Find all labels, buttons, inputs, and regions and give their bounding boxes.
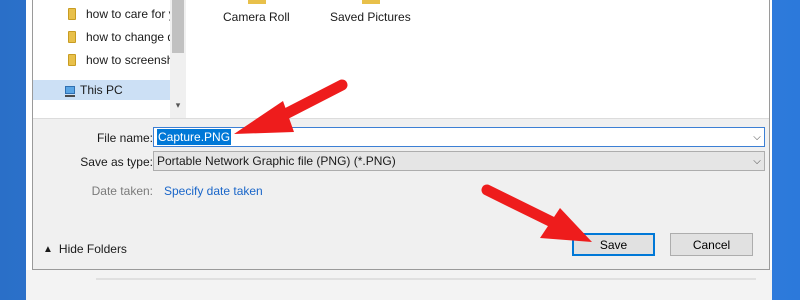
background-divider (96, 278, 756, 280)
hide-folders-button[interactable]: ▲ Hide Folders (43, 242, 127, 256)
file-name-value[interactable]: Capture.PNG (157, 129, 232, 145)
pane-divider (33, 118, 769, 119)
nav-folder-item[interactable]: how to screensho (33, 50, 171, 70)
folder-icon (248, 0, 266, 4)
nav-folder-label: how to care for y (86, 7, 171, 21)
content-pane: Camera Roll Saved Pictures (186, 0, 769, 118)
scroll-down-icon[interactable]: ▾ (173, 100, 183, 110)
folder-item-saved-pictures[interactable]: Saved Pictures (330, 10, 411, 24)
file-name-field[interactable]: Capture.PNG ⌵ (153, 127, 765, 147)
chevron-down-icon[interactable]: ⌵ (750, 132, 764, 143)
nav-folder-label: how to screensho (86, 53, 171, 67)
chevron-down-icon[interactable]: ⌵ (750, 156, 764, 167)
navigation-pane: how to care for y how to change d how to… (33, 0, 186, 118)
nav-folder-label: how to change d (86, 30, 171, 44)
folder-item-camera-roll[interactable]: Camera Roll (223, 10, 290, 24)
computer-icon (65, 86, 75, 97)
save-as-type-value: Portable Network Graphic file (PNG) (*.P… (157, 154, 396, 168)
folder-icon (362, 0, 380, 4)
scrollbar-thumb[interactable] (172, 0, 184, 53)
file-name-label: File name: (96, 131, 153, 145)
background-window-footer (26, 270, 772, 300)
save-as-type-select[interactable]: Portable Network Graphic file (PNG) (*.P… (153, 151, 765, 171)
nav-this-pc-label: This PC (80, 83, 123, 97)
folder-icon (68, 54, 76, 66)
save-button[interactable]: Save (572, 233, 655, 256)
date-taken-label: Date taken: (91, 184, 153, 198)
desktop-background: how to care for y how to change d how to… (0, 0, 800, 300)
nav-folder-item[interactable]: how to care for y (33, 4, 171, 24)
folder-icon (68, 31, 76, 43)
folder-icon (68, 8, 76, 20)
hide-folders-label: Hide Folders (58, 242, 127, 256)
cancel-button[interactable]: Cancel (670, 233, 753, 256)
chevron-up-icon: ▲ (43, 243, 53, 255)
nav-scrollbar[interactable]: ▾ (170, 0, 186, 118)
specify-date-taken-link[interactable]: Specify date taken (164, 184, 263, 198)
save-as-dialog: how to care for y how to change d how to… (32, 0, 770, 270)
nav-folder-item[interactable]: how to change d (33, 27, 171, 47)
nav-item-this-pc[interactable]: This PC (33, 80, 171, 100)
save-as-type-label: Save as type: (80, 155, 153, 169)
